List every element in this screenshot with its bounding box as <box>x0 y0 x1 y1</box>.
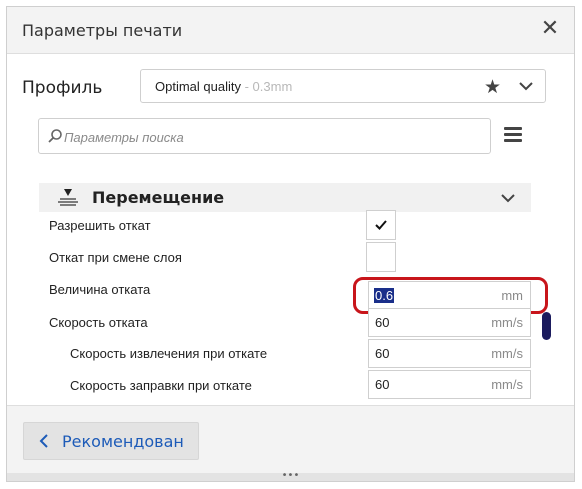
retraction-enable-checkbox[interactable] <box>366 210 396 240</box>
setting-label-retraction-retract-speed: Скорость извлечения при откате <box>70 346 268 361</box>
search-input[interactable] <box>62 126 466 148</box>
travel-icon <box>58 189 78 206</box>
retraction-prime-speed-input[interactable]: 60 mm/s <box>368 370 531 399</box>
setting-label-retraction-amount: Величина отката <box>49 282 151 297</box>
retraction-retract-speed-value[interactable]: 60 <box>375 346 389 361</box>
profile-label: Профиль <box>22 78 103 98</box>
setting-label-retract-layer-change: Откат при смене слоя <box>49 250 182 265</box>
profile-dropdown[interactable]: Optimal quality - 0.3mm ★ <box>140 69 546 103</box>
retraction-speed-input[interactable]: 60 mm/s <box>368 308 531 337</box>
section-travel-header[interactable]: Перемещение <box>39 183 531 212</box>
retraction-retract-speed-unit: mm/s <box>491 346 523 361</box>
close-icon[interactable]: ✕ <box>538 17 562 41</box>
retraction-speed-value[interactable]: 60 <box>375 315 389 330</box>
profile-layer-height: - 0.3mm <box>240 79 293 94</box>
settings-menu-icon[interactable] <box>504 127 522 143</box>
section-title: Перемещение <box>92 188 225 207</box>
profile-name-text: Optimal quality <box>155 79 241 94</box>
resize-grip[interactable]: ••• <box>7 471 574 481</box>
checkmark-icon <box>375 220 387 230</box>
chevron-down-icon[interactable] <box>518 78 534 94</box>
setting-label-retraction-speed: Скорость отката <box>49 315 148 330</box>
recommended-button-label: Рекомендован <box>62 432 184 451</box>
profile-name: Optimal quality - 0.3mm <box>155 79 292 94</box>
recommended-button[interactable]: Рекомендован <box>23 422 199 460</box>
print-settings-dialog: Параметры печати ✕ Профиль Optimal quali… <box>6 6 575 482</box>
setting-label-retraction-enable: Разрешить откат <box>49 218 151 233</box>
dialog-footer: Рекомендован ••• <box>7 405 574 481</box>
star-icon[interactable]: ★ <box>484 76 501 98</box>
retraction-prime-speed-value[interactable]: 60 <box>375 377 389 392</box>
dialog-titlebar: Параметры печати ✕ <box>7 7 574 54</box>
retraction-retract-speed-input[interactable]: 60 mm/s <box>368 339 531 368</box>
retraction-prime-speed-unit: mm/s <box>491 377 523 392</box>
retract-layer-change-checkbox[interactable] <box>366 242 396 272</box>
search-field[interactable] <box>38 118 491 154</box>
dialog-title: Параметры печати <box>22 21 183 40</box>
chevron-left-icon <box>39 434 48 448</box>
retraction-speed-unit: mm/s <box>491 315 523 330</box>
search-icon <box>48 129 62 143</box>
settings-scrollbar[interactable] <box>542 312 551 340</box>
chevron-down-icon[interactable] <box>500 190 516 206</box>
setting-label-retraction-prime-speed: Скорость заправки при откате <box>70 378 252 393</box>
